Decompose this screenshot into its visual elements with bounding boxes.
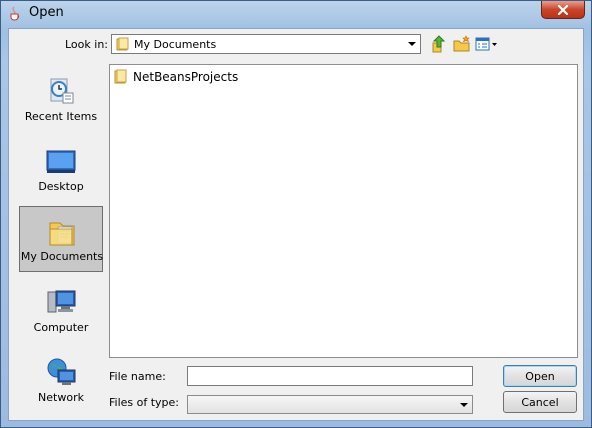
file-name-label: File name: [109,370,166,383]
place-my-documents[interactable]: My Documents [19,206,103,272]
title-bar[interactable]: Open [1,1,591,27]
file-name: NetBeansProjects [133,70,239,84]
place-label: Recent Items [24,110,98,123]
place-recent-items[interactable]: Recent Items [19,65,103,131]
place-label: Computer [33,321,89,334]
place-label: Network [38,391,84,404]
create-new-folder-icon [453,35,470,52]
file-list[interactable]: NetBeansProjects [109,64,578,358]
view-menu-button[interactable] [474,34,498,54]
up-one-level-icon [432,35,446,53]
files-of-type-combo[interactable] [187,395,473,414]
place-network[interactable]: Network [19,346,103,412]
place-label: Desktop [38,180,84,193]
look-in-label: Look in: [65,38,108,51]
folder-icon [116,37,130,54]
desktop-icon [45,145,77,177]
java-cup-icon [7,5,23,21]
up-one-level-button[interactable] [430,34,450,54]
cancel-button[interactable]: Cancel [503,391,577,413]
chevron-down-icon[interactable] [408,42,416,46]
place-computer[interactable]: Computer [19,276,103,342]
chevron-down-icon[interactable] [460,403,468,407]
files-of-type-label: Files of type: [109,396,180,409]
close-icon [557,4,569,15]
my-documents-icon [46,217,78,249]
close-button[interactable] [541,1,585,19]
file-name-input[interactable] [187,366,473,386]
look-in-combo[interactable]: My Documents [111,34,421,54]
place-label: My Documents [20,250,104,263]
place-desktop[interactable]: Desktop [19,135,103,201]
create-new-folder-button[interactable] [452,34,472,54]
look-in-value: My Documents [134,38,217,51]
open-button[interactable]: Open [503,365,577,387]
recent-items-icon [45,75,77,107]
dialog-content: Look in: My Documents Recent Items Deskt… [8,28,584,421]
view-menu-icon [475,37,497,51]
window-title: Open [29,5,64,20]
computer-icon [45,286,77,318]
network-icon [45,356,77,388]
folder-icon [113,68,129,87]
open-dialog-window: Open Look in: My Documents Recent Items … [0,0,592,428]
places-sidebar: Recent Items Desktop My Documents Comput… [15,65,107,417]
